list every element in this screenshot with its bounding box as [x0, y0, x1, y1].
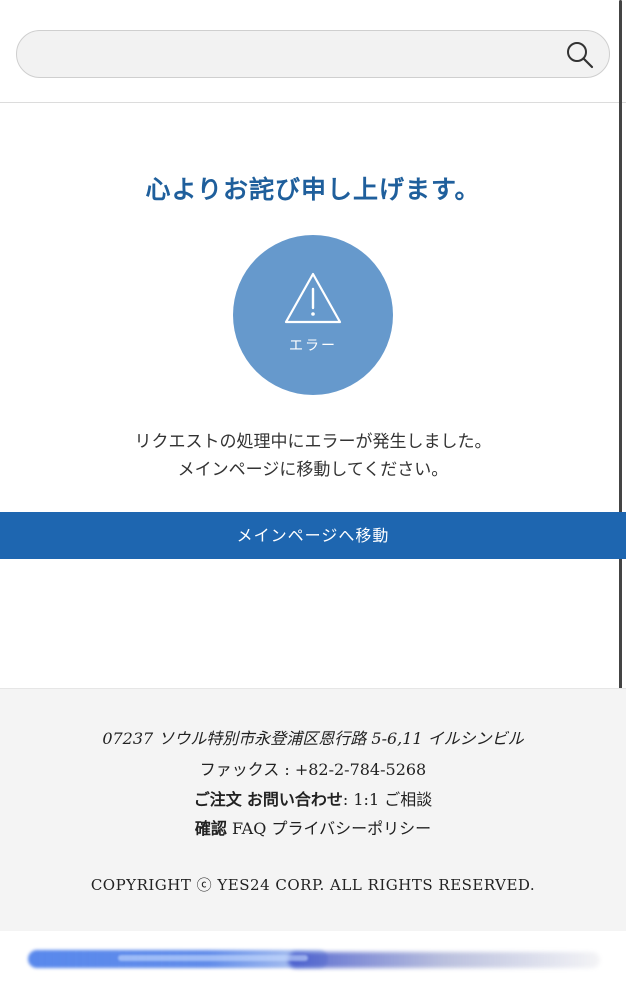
search-box[interactable] [16, 30, 610, 78]
error-message: リクエストの処理中にエラーが発生しました。 メインページに移動してください。 [0, 428, 626, 484]
blurred-banner [28, 946, 600, 972]
inquiry-link[interactable]: お問い合わせ [247, 790, 343, 809]
banner-blur-3 [118, 955, 308, 961]
error-message-line2: メインページに移動してください。 [177, 460, 449, 480]
confirm-label[interactable]: 確認 [195, 819, 227, 838]
footer: 07237 ソウル特別市永登浦区恩行路 5-6,11 イルシンビル ファックス … [0, 688, 626, 931]
order-confirm-label[interactable]: ご注文 [194, 790, 242, 809]
error-label: エラー [289, 338, 337, 354]
header [0, 0, 626, 103]
footer-fax: ファックス : +82-2-784-5268 [199, 760, 427, 779]
faq-link[interactable]: FAQ [232, 819, 266, 838]
search-input[interactable] [37, 39, 557, 69]
warning-icon [284, 272, 342, 324]
footer-address: 07237 ソウル特別市永登浦区恩行路 5-6,11 イルシンビル [102, 729, 524, 748]
error-badge: エラー [233, 235, 393, 395]
page-title: 心よりお詫び申し上げます。 [145, 175, 481, 204]
search-icon[interactable] [565, 40, 595, 70]
footer-links-row1: ご注文 お問い合わせ: 1:1 ご相談 [0, 786, 626, 810]
consult-text[interactable]: : 1:1 ご相談 [343, 790, 432, 809]
error-message-line1: リクエストの処理中にエラーが発生しました。 [134, 432, 492, 452]
footer-links-row2: 確認 FAQ プライバシーポリシー [0, 815, 626, 839]
go-to-main-page-button[interactable]: メインページへ移動 [0, 512, 626, 559]
copyright: COPYRIGHT ⓒ YES24 CORP. ALL RIGHTS RESER… [90, 876, 536, 894]
privacy-policy-link[interactable]: プライバシーポリシー [271, 819, 431, 838]
banner-blur-2 [288, 952, 600, 968]
